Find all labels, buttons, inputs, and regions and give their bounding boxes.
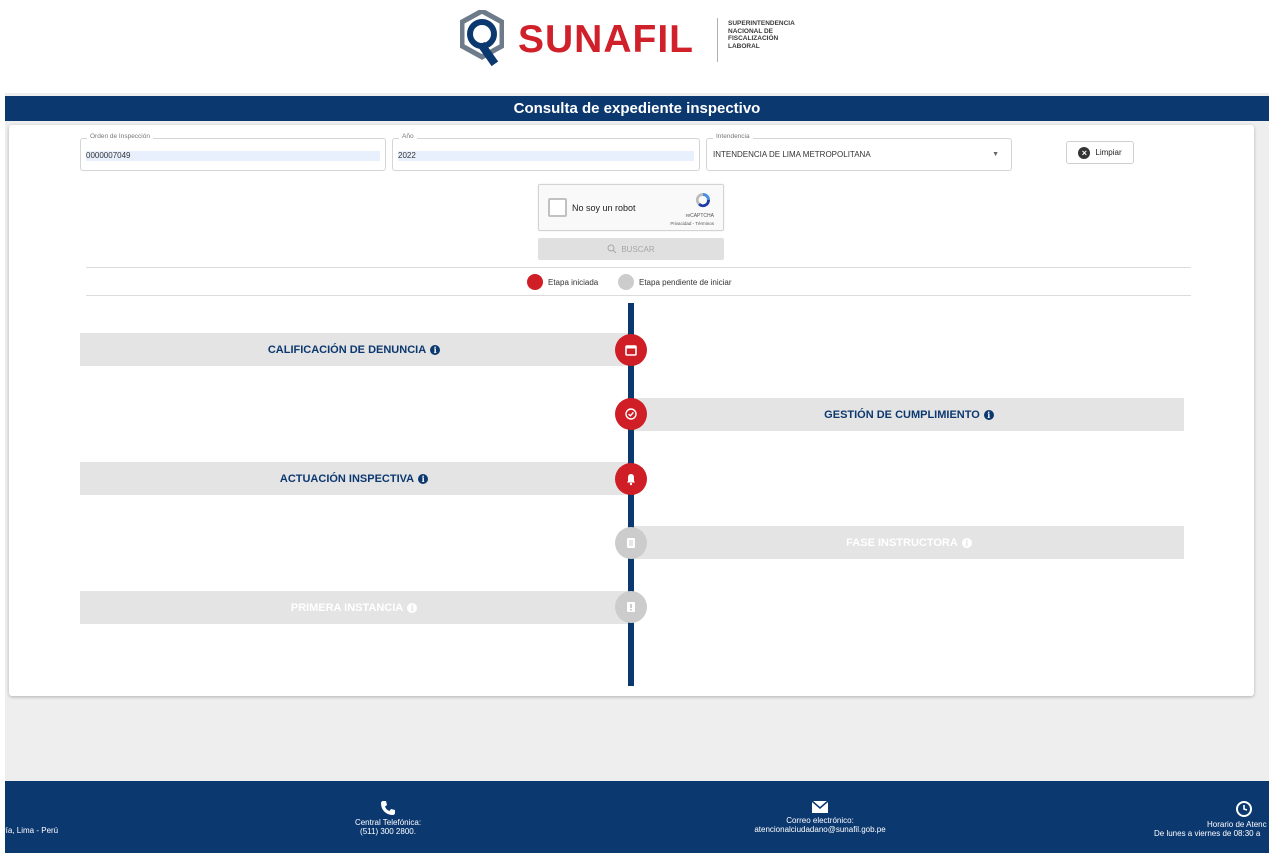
email-title: Correo electrónico: bbox=[786, 816, 854, 825]
stage-primera-instancia[interactable]: PRIMERA INSTANCIA i bbox=[80, 591, 628, 624]
stage-actuacion-inspectiva[interactable]: ACTUACIÓN INSPECTIVA i bbox=[80, 462, 628, 495]
mail-icon bbox=[811, 800, 829, 813]
magnifier-logo-icon bbox=[460, 10, 504, 67]
bell-icon bbox=[615, 463, 647, 495]
stage-label: CALIFICACIÓN DE DENUNCIA bbox=[267, 343, 427, 356]
logo-divider bbox=[717, 18, 718, 62]
footer-email: Correo electrónico: atencionalciudadano@… bbox=[710, 800, 930, 834]
anio-input[interactable]: 2022 bbox=[398, 151, 694, 161]
stage-label: FASE INSTRUCTORA bbox=[846, 536, 958, 549]
orden-input[interactable]: 0000007049 bbox=[86, 151, 380, 161]
page-title: Consulta de expediente inspectivo bbox=[5, 96, 1269, 121]
hours-title: Horario de Atenc bbox=[1207, 820, 1267, 829]
info-icon[interactable]: i bbox=[418, 473, 429, 484]
close-circle-icon: × bbox=[1078, 146, 1091, 159]
intendencia-select[interactable]: Intendencia INTENDENCIA DE LIMA METROPOL… bbox=[706, 133, 1012, 171]
tagline-line: SUPERINTENDENCIA bbox=[728, 20, 795, 27]
stage-label: PRIMERA INSTANCIA bbox=[290, 601, 404, 614]
divider bbox=[86, 295, 1191, 296]
recaptcha-logo-icon bbox=[695, 192, 711, 208]
info-icon[interactable]: i bbox=[407, 602, 418, 613]
limpiar-button[interactable]: × Limpiar bbox=[1066, 141, 1134, 164]
search-icon bbox=[607, 244, 617, 254]
stage-calificacion-denuncia[interactable]: CALIFICACIÓN DE DENUNCIA i bbox=[80, 333, 628, 366]
tagline-line: LABORAL bbox=[728, 42, 760, 50]
tagline-line: FISCALIZACIÓN bbox=[728, 35, 779, 42]
recaptcha-widget: No soy un robot reCAPTCHA Privacidad - T… bbox=[538, 184, 724, 231]
gray-dot-icon bbox=[618, 274, 634, 290]
stage-gestion-cumplimiento[interactable]: GESTIÓN DE CUMPLIMIENTO i bbox=[634, 398, 1184, 431]
legend-started-label: Etapa iniciada bbox=[548, 277, 599, 287]
stage-fase-instructora[interactable]: FASE INSTRUCTORA i bbox=[634, 526, 1184, 559]
legend-pending-label: Etapa pendiente de iniciar bbox=[639, 277, 732, 287]
anio-label: Año bbox=[399, 133, 417, 140]
legend-pending: Etapa pendiente de iniciar bbox=[618, 274, 732, 290]
red-dot-icon bbox=[527, 274, 543, 290]
check-circle-icon bbox=[615, 398, 647, 430]
divider bbox=[86, 267, 1191, 268]
legend-started: Etapa iniciada bbox=[527, 274, 598, 290]
info-icon[interactable]: i bbox=[983, 409, 994, 420]
stage-label: GESTIÓN DE CUMPLIMIENTO bbox=[824, 408, 980, 421]
info-icon[interactable]: i bbox=[961, 537, 972, 548]
limpiar-label: Limpiar bbox=[1095, 148, 1122, 157]
footer-address: ría, Lima - Perú bbox=[3, 826, 59, 835]
sunafil-logo: SUNAFIL SUPERINTENDENCIA NACIONAL DE FIS… bbox=[460, 8, 820, 70]
recaptcha-links[interactable]: Privacidad - Términos bbox=[670, 221, 714, 226]
buscar-label: BUSCAR bbox=[621, 244, 655, 254]
document-icon bbox=[615, 527, 647, 559]
brand-name: SUNAFIL bbox=[518, 18, 694, 61]
recaptcha-brand: reCAPTCHA bbox=[685, 213, 714, 219]
phone-icon bbox=[381, 801, 395, 815]
clock-icon bbox=[1236, 801, 1252, 817]
email-address[interactable]: atencionalciudadano@sunafil.gob.pe bbox=[710, 825, 930, 834]
phone-title: Central Telefónica: bbox=[354, 818, 422, 827]
buscar-button[interactable]: BUSCAR bbox=[538, 238, 724, 260]
gavel-doc-icon bbox=[615, 591, 647, 623]
recaptcha-label: No soy un robot bbox=[572, 203, 636, 213]
logo-tagline: SUPERINTENDENCIA NACIONAL DE FISCALIZACI… bbox=[728, 20, 795, 50]
tagline-line: NACIONAL DE bbox=[728, 27, 774, 35]
anio-field[interactable]: Año 2022 bbox=[392, 133, 700, 171]
intendencia-label: Intendencia bbox=[713, 133, 753, 140]
hours-text: De lunes a viernes de 08:30 a bbox=[1154, 829, 1261, 838]
footer-hours: Horario de Atenc De lunes a viernes de 0… bbox=[1150, 800, 1269, 838]
recaptcha-checkbox[interactable] bbox=[548, 198, 567, 217]
intendencia-value: INTENDENCIA DE LIMA METROPOLITANA bbox=[713, 150, 871, 159]
phone-number[interactable]: (511) 300 2800. bbox=[323, 827, 453, 836]
footer-phone: Central Telefónica: (511) 300 2800. bbox=[323, 800, 453, 836]
chevron-down-icon: ▼ bbox=[992, 151, 999, 158]
info-icon[interactable]: i bbox=[430, 344, 441, 355]
stage-label: ACTUACIÓN INSPECTIVA bbox=[279, 472, 415, 485]
orden-inspeccion-field[interactable]: Orden de Inspección 0000007049 bbox=[80, 133, 386, 171]
orden-label: Orden de Inspección bbox=[87, 133, 153, 140]
calendar-icon bbox=[615, 334, 647, 366]
footer: ría, Lima - Perú Central Telefónica: (51… bbox=[3, 781, 1269, 853]
